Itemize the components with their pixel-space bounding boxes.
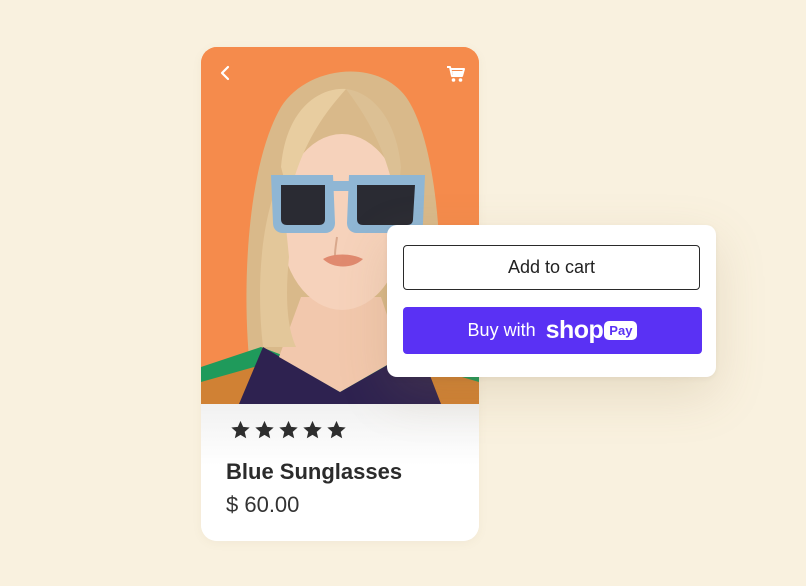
buy-with-label: Buy with xyxy=(467,320,536,340)
star-icon xyxy=(303,420,322,439)
back-button[interactable] xyxy=(215,63,235,83)
star-icon xyxy=(327,420,346,439)
shop-wordmark: shop xyxy=(545,316,604,344)
cart-button[interactable] xyxy=(445,63,467,85)
star-icon xyxy=(231,420,250,439)
shop-pay-logo: shop Pay xyxy=(546,318,638,343)
product-price: $ 60.00 xyxy=(226,492,300,517)
shop-pay-button[interactable]: Buy with shop Pay xyxy=(403,307,702,354)
add-to-cart-button[interactable]: Add to cart xyxy=(403,245,700,290)
star-rating xyxy=(229,419,348,441)
purchase-panel: Add to cart Buy with shop Pay xyxy=(387,225,716,377)
star-icon xyxy=(255,420,274,439)
product-info: Blue Sunglasses $ 60.00 xyxy=(201,404,479,541)
star-icon xyxy=(279,420,298,439)
product-title: Blue Sunglasses xyxy=(226,459,403,484)
chevron-left-icon xyxy=(220,65,230,81)
pay-badge: Pay xyxy=(604,321,638,340)
cart-icon xyxy=(447,66,465,82)
